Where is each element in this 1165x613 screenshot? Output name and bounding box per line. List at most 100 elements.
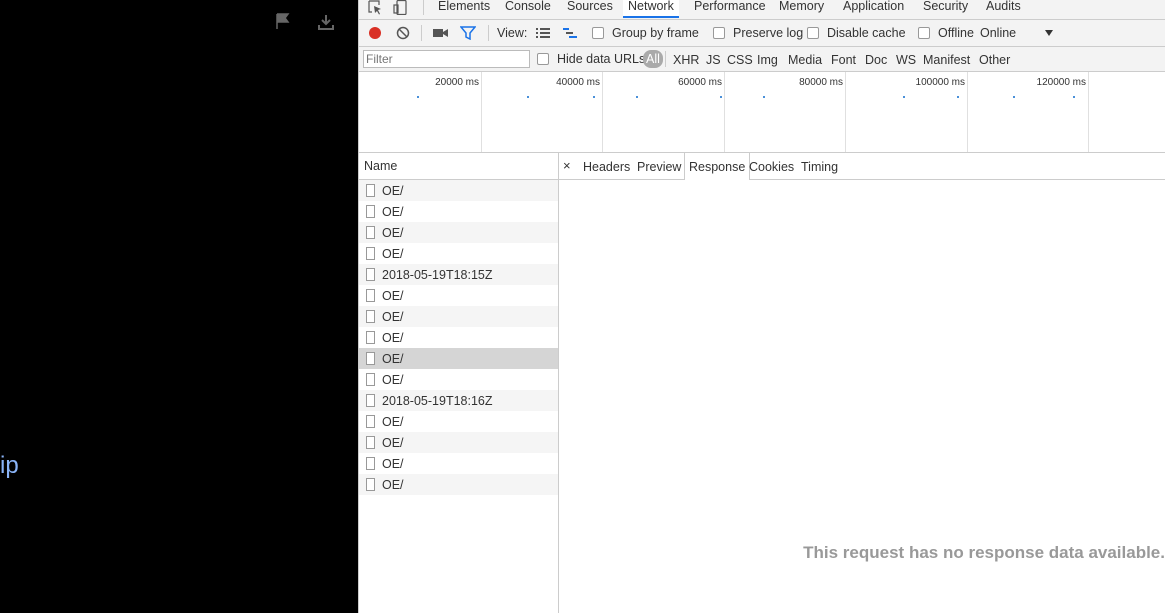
network-overview[interactable]: 20000 ms 40000 ms 60000 ms 80000 ms 1000… — [359, 72, 1165, 153]
overview-tick-label: 40000 ms — [556, 77, 600, 88]
table-row[interactable]: OE/ — [359, 306, 558, 327]
filter-bar: Hide data URLs All XHR JS CSS Img Media … — [359, 47, 1165, 72]
list-view-icon — [536, 28, 550, 38]
tab-response[interactable]: Response — [684, 153, 751, 180]
tab-cookies[interactable]: Cookies — [749, 153, 794, 179]
name-column-header[interactable]: Name — [359, 153, 558, 180]
table-row[interactable]: OE/ — [359, 243, 558, 264]
tab-preview[interactable]: Preview — [637, 153, 681, 179]
waterfall-view-button[interactable] — [563, 20, 577, 46]
table-row[interactable]: 2018-05-19T18:15Z — [359, 264, 558, 285]
clear-icon — [396, 26, 410, 40]
request-name: OE/ — [382, 246, 404, 261]
overview-request-mark — [763, 96, 765, 98]
filter-toggle-button[interactable] — [460, 20, 476, 46]
checkbox[interactable] — [537, 53, 549, 65]
filter-input[interactable] — [363, 50, 530, 68]
table-row[interactable]: OE/ — [359, 474, 558, 495]
tab-sources[interactable]: Sources — [562, 0, 618, 18]
filter-type-xhr[interactable]: XHR — [673, 47, 699, 71]
filter-type-font[interactable]: Font — [831, 47, 856, 71]
record-button[interactable] — [368, 20, 382, 46]
filter-type-manifest[interactable]: Manifest — [923, 47, 970, 71]
checkbox[interactable] — [713, 27, 725, 39]
document-icon — [366, 331, 375, 344]
tab-console[interactable]: Console — [500, 0, 556, 18]
overview-request-mark — [636, 96, 638, 98]
throttling-select[interactable]: Online — [980, 20, 1054, 46]
request-name: OE/ — [382, 225, 404, 240]
table-row[interactable]: OE/ — [359, 222, 558, 243]
document-icon — [366, 247, 375, 260]
table-row[interactable]: OE/ — [359, 411, 558, 432]
device-toolbar-icon[interactable] — [393, 0, 409, 15]
request-name: OE/ — [382, 204, 404, 219]
overview-request-mark — [527, 96, 529, 98]
disable-cache-label: Disable cache — [827, 26, 906, 40]
download-icon[interactable] — [316, 12, 336, 32]
group-by-frame-checkbox[interactable]: Group by frame — [592, 20, 699, 46]
inspect-element-icon[interactable] — [367, 0, 383, 15]
overview-request-mark — [593, 96, 595, 98]
large-rows-button[interactable] — [536, 20, 550, 46]
record-icon — [369, 27, 381, 39]
disable-cache-checkbox[interactable]: Disable cache — [807, 20, 906, 46]
table-row[interactable]: OE/ — [359, 327, 558, 348]
page-content-pane: ip — [0, 0, 358, 613]
table-row[interactable]: OE/ — [359, 369, 558, 390]
waterfall-icon — [563, 28, 577, 38]
request-detail-panel: × Headers Preview Response Cookies Timin… — [559, 153, 1165, 613]
hide-data-urls-checkbox[interactable]: Hide data URLs — [537, 47, 645, 71]
flag-icon[interactable] — [274, 12, 292, 30]
filter-type-all[interactable]: All — [643, 50, 663, 68]
table-row[interactable]: OE/ — [359, 285, 558, 306]
filter-type-js[interactable]: JS — [706, 47, 721, 71]
overview-tick-label: 80000 ms — [799, 77, 843, 88]
capture-screenshots-button[interactable] — [433, 20, 449, 46]
document-icon — [366, 289, 375, 302]
filter-type-media[interactable]: Media — [788, 47, 822, 71]
filter-type-css[interactable]: CSS — [727, 47, 753, 71]
request-name: OE/ — [382, 330, 404, 345]
tab-audits[interactable]: Audits — [981, 0, 1026, 18]
document-icon — [366, 352, 375, 365]
tab-network[interactable]: Network — [623, 0, 679, 18]
tab-headers[interactable]: Headers — [583, 153, 630, 179]
checkbox[interactable] — [918, 27, 930, 39]
table-row[interactable]: OE/ — [359, 348, 558, 369]
filter-type-doc[interactable]: Doc — [865, 47, 887, 71]
request-name: OE/ — [382, 414, 404, 429]
document-icon — [366, 373, 375, 386]
filter-type-ws[interactable]: WS — [896, 47, 916, 71]
offline-checkbox[interactable]: Offline — [918, 20, 974, 46]
tab-elements[interactable]: Elements — [433, 0, 495, 18]
hide-data-urls-label: Hide data URLs — [557, 52, 646, 66]
close-icon[interactable]: × — [563, 153, 571, 179]
tab-application[interactable]: Application — [838, 0, 909, 18]
tab-memory[interactable]: Memory — [774, 0, 829, 18]
filter-type-other[interactable]: Other — [979, 47, 1010, 71]
request-name: 2018-05-19T18:15Z — [382, 267, 493, 282]
table-row[interactable]: OE/ — [359, 180, 558, 201]
tab-performance[interactable]: Performance — [689, 0, 771, 18]
filter-funnel-icon — [460, 26, 476, 40]
dropdown-arrow-icon — [1045, 30, 1054, 36]
document-icon — [366, 205, 375, 218]
preserve-log-checkbox[interactable]: Preserve log — [713, 20, 803, 46]
clear-button[interactable] — [396, 20, 410, 46]
request-name: OE/ — [382, 183, 404, 198]
preserve-log-label: Preserve log — [733, 26, 804, 40]
tab-security[interactable]: Security — [918, 0, 973, 18]
table-row[interactable]: OE/ — [359, 201, 558, 222]
filter-type-img[interactable]: Img — [757, 47, 778, 71]
table-row[interactable]: 2018-05-19T18:16Z — [359, 390, 558, 411]
offline-label: Offline — [938, 26, 974, 40]
checkbox[interactable] — [592, 27, 604, 39]
partial-link-text[interactable]: ip — [0, 452, 19, 480]
table-row[interactable]: OE/ — [359, 453, 558, 474]
tab-timing[interactable]: Timing — [801, 153, 838, 179]
network-toolbar: View: Group by frame Preserve log Disabl… — [359, 20, 1165, 47]
table-row[interactable]: OE/ — [359, 432, 558, 453]
checkbox[interactable] — [807, 27, 819, 39]
detail-tab-bar: × Headers Preview Response Cookies Timin… — [559, 153, 1165, 180]
